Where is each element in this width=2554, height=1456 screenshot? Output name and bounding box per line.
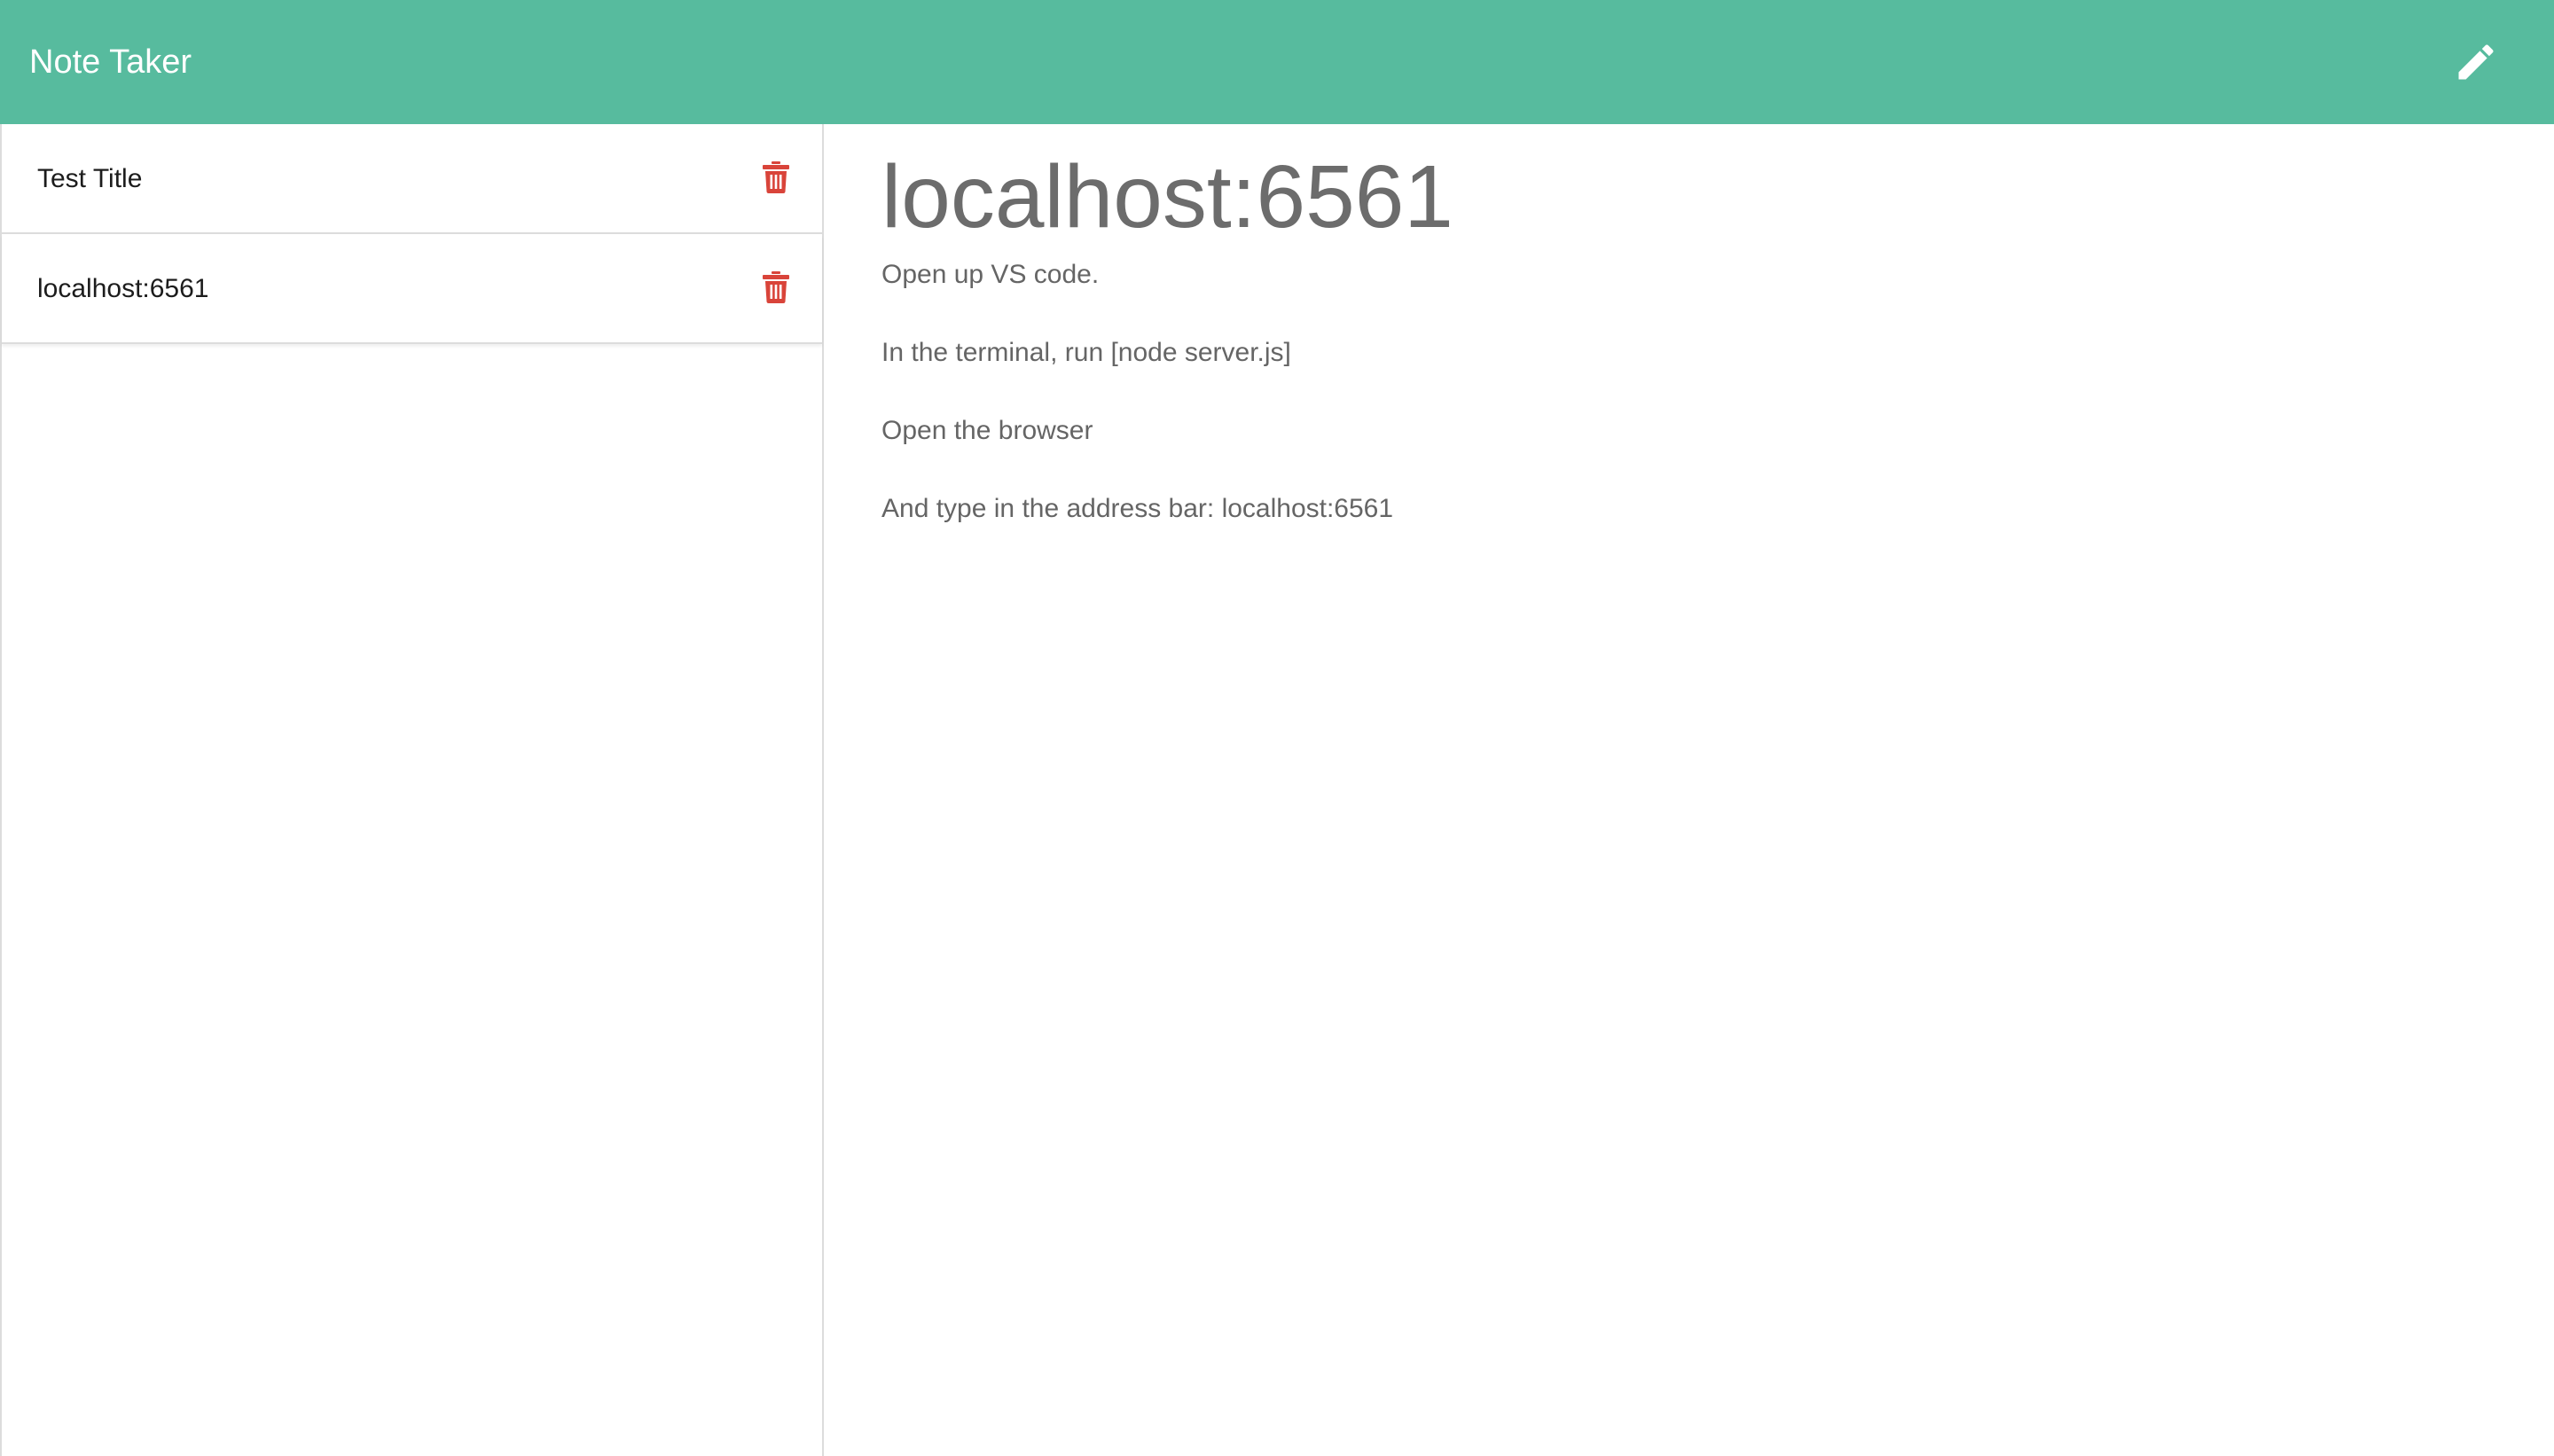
note-text-line: And type in the address bar: localhost:6… [881, 494, 1394, 523]
delete-note-button[interactable] [757, 268, 795, 307]
note-text-line: In the terminal, run [node server.js] [881, 338, 1291, 367]
trash-icon [763, 161, 789, 193]
new-note-button[interactable] [2448, 34, 2504, 90]
note-text-line: Open the browser [881, 416, 1093, 445]
note-title-field[interactable]: localhost:6561 [881, 144, 1453, 250]
note-text-line: Open up VS code. [881, 260, 1100, 289]
note-text-area[interactable]: Open up VS code. In the terminal, run [n… [881, 255, 2478, 568]
note-editor: localhost:6561 Open up VS code. In the t… [824, 124, 2554, 1456]
note-list: Test Title localhost:6561 [2, 124, 822, 344]
pencil-icon [2458, 44, 2494, 80]
note-list-item[interactable]: localhost:6561 [2, 234, 822, 344]
note-item-title: localhost:6561 [37, 274, 209, 303]
app-brand[interactable]: Note Taker [29, 0, 192, 124]
trash-icon [763, 271, 789, 303]
navbar: Note Taker [0, 0, 2554, 124]
note-item-title: Test Title [37, 164, 143, 193]
note-sidebar: Test Title localhost:6561 [0, 124, 824, 1456]
note-list-item[interactable]: Test Title [2, 124, 822, 234]
delete-note-button[interactable] [757, 158, 795, 197]
